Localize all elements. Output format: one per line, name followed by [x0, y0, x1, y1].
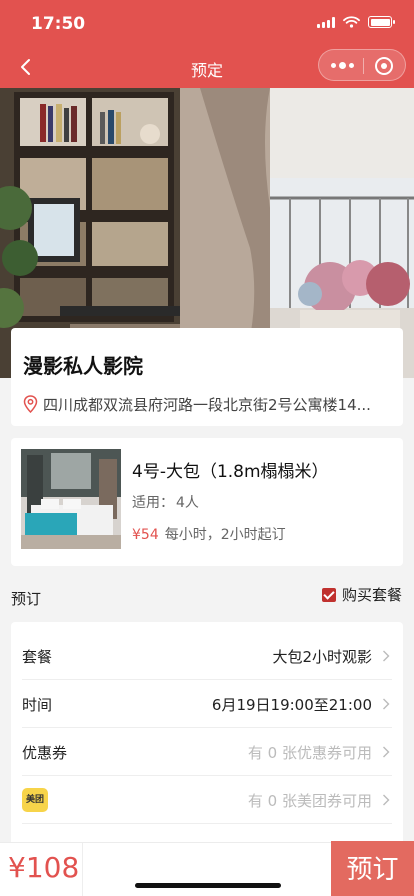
venue-address[interactable]: 四川成都双流县府河路一段北京街2号公寓楼14...	[43, 394, 371, 415]
location-pin-icon	[23, 395, 38, 413]
booking-form: 套餐 大包2小时观影 时间 6月19日19:00至21:00 优惠券 有 0 张…	[11, 622, 403, 852]
chevron-right-icon	[383, 746, 390, 758]
status-icons	[317, 16, 395, 28]
time-value: 6月19日19:00至21:00	[211, 696, 372, 714]
home-indicator	[135, 883, 281, 888]
more-icon[interactable]	[331, 62, 354, 69]
price-value: ¥54	[132, 527, 159, 543]
status-bar: 17:50	[0, 0, 414, 46]
capacity-value: 4人	[176, 495, 199, 511]
venue-name: 漫影私人影院	[23, 354, 143, 378]
package-row[interactable]: 套餐 大包2小时观影	[22, 632, 392, 680]
room-photo	[21, 449, 121, 549]
chevron-right-icon	[383, 794, 390, 806]
checkbox-checked-icon[interactable]	[321, 587, 336, 602]
coupon-label: 优惠券	[22, 744, 68, 762]
close-mini-program-icon[interactable]	[375, 57, 393, 75]
booking-section-label: 预订	[11, 590, 42, 608]
meituan-coupon-value: 有 0 张美团券可用	[247, 792, 372, 810]
capsule-divider	[363, 58, 364, 74]
nav-bar: 预定	[0, 46, 414, 88]
time-row[interactable]: 时间 6月19日19:00至21:00	[22, 680, 392, 728]
time-label: 时间	[22, 696, 53, 714]
book-button[interactable]: 预订	[331, 841, 414, 896]
status-time: 17:50	[31, 14, 86, 34]
buy-package-label: 购买套餐	[341, 586, 402, 604]
package-value: 大包2小时观影	[272, 648, 372, 666]
meituan-coupon-row[interactable]: 美团 有 0 张美团券可用	[22, 776, 392, 824]
mini-program-capsule	[318, 49, 406, 81]
wifi-icon	[343, 16, 360, 28]
room-price: ¥54 每小时，2小时起订	[132, 524, 286, 544]
buy-package-toggle[interactable]: 购买套餐	[321, 584, 402, 605]
capacity-label: 适用：	[132, 495, 174, 511]
price-note: 每小时，2小时起订	[164, 527, 286, 543]
room-name: 4号-大包（1.8m榻榻米）	[132, 462, 329, 482]
venue-card: 漫影私人影院 四川成都双流县府河路一段北京街2号公寓楼14...	[11, 328, 403, 426]
meituan-logo: 美团	[22, 788, 48, 812]
battery-icon	[368, 16, 395, 28]
room-capacity: 适用： 4人	[132, 492, 199, 512]
room-card[interactable]: 4号-大包（1.8m榻榻米） 适用： 4人 ¥54 每小时，2小时起订	[11, 438, 403, 566]
package-label: 套餐	[22, 648, 53, 666]
chevron-right-icon	[383, 698, 390, 710]
coupon-row[interactable]: 优惠券 有 0 张优惠券可用	[22, 728, 392, 776]
chevron-right-icon	[383, 650, 390, 662]
total-price: ¥108	[8, 851, 80, 884]
signal-icon	[317, 16, 335, 28]
coupon-value: 有 0 张优惠券可用	[247, 744, 372, 762]
checkout-divider	[82, 843, 83, 896]
